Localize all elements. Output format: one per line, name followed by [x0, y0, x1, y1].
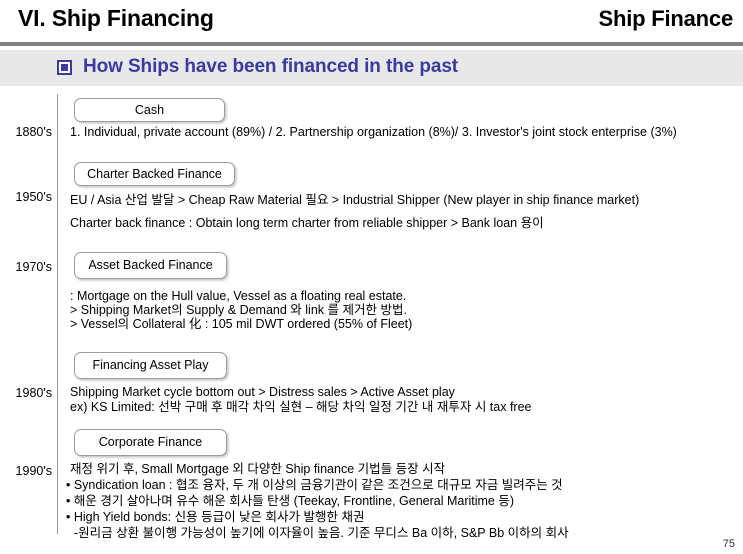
deck-title: Ship Finance: [598, 6, 733, 31]
body-text-line: : Mortgage on the Hull value, Vessel as …: [70, 289, 407, 303]
body-text-line: 재정 위기 후, Small Mortgage 외 다양한 Ship finan…: [70, 462, 446, 476]
body-text-line: 1. Individual, private account (89%) / 2…: [70, 125, 677, 139]
body-text-line: > Vessel의 Collateral 化 : 105 mil DWT ord…: [70, 317, 413, 331]
decade-label: 1950's: [15, 190, 52, 204]
finance-stage-button[interactable]: Asset Backed Finance: [74, 252, 227, 279]
body-text-line: • High Yield bonds: 신용 등급이 낮은 회사가 발행한 채권: [66, 510, 365, 524]
body-text-line: EU / Asia 산업 발달 > Cheap Raw Material 필요 …: [70, 193, 640, 207]
body-text-line: • Syndication loan : 협조 융자, 두 개 이상의 금융기관…: [66, 478, 563, 492]
finance-stage-button[interactable]: Charter Backed Finance: [74, 162, 235, 186]
timeline-vertical-rule: [57, 94, 58, 534]
body-text-line: > Shipping Market의 Supply & Demand 와 lin…: [70, 303, 407, 317]
slide-title-bar: VI. Ship Financing Ship Finance: [0, 0, 743, 40]
finance-stage-button[interactable]: Financing Asset Play: [74, 352, 227, 379]
decade-label: 1980's: [15, 386, 52, 400]
finance-stage-button[interactable]: Cash: [74, 98, 225, 122]
page-title: VI. Ship Financing: [18, 5, 214, 31]
body-text-line: • 해운 경기 살아나며 유수 해운 회사들 탄생 (Teekay, Front…: [66, 494, 515, 508]
section-heading: How Ships have been financed in the past: [83, 56, 459, 77]
body-text-line: Charter back finance : Obtain long term …: [70, 216, 544, 230]
filled-square-bullet-icon: [57, 60, 72, 75]
page-number: 75: [722, 538, 735, 550]
body-text-line: ex) KS Limited: 선박 구매 후 매각 차익 실현 – 해당 차익…: [70, 400, 532, 414]
title-divider: [0, 42, 743, 46]
decade-label: 1880's: [15, 125, 52, 139]
decade-label: 1990's: [15, 464, 52, 478]
body-text-line: -원리금 상환 불이행 가능성이 높기에 이자율이 높음. 기준 무디스 Ba …: [74, 526, 569, 540]
body-text-line: Shipping Market cycle bottom out > Distr…: [70, 385, 455, 399]
finance-stage-button[interactable]: Corporate Finance: [74, 429, 227, 456]
decade-label: 1970's: [15, 260, 52, 274]
